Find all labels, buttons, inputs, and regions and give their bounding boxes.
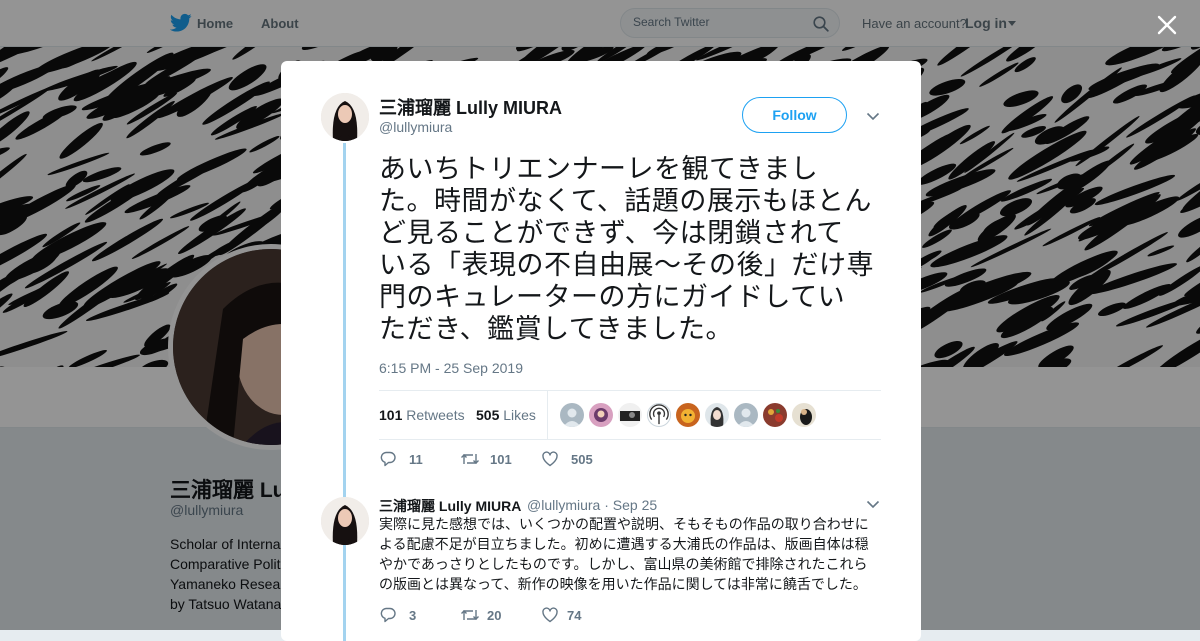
liker-avatar[interactable] bbox=[734, 403, 758, 427]
retweet-count: 101 bbox=[490, 452, 512, 467]
reply-text-line: の版画とは異なって、新作の映像を用いた作品に関しては非常に饒舌でした。 bbox=[379, 576, 867, 592]
liker-photo bbox=[768, 409, 783, 422]
tweet-text: あいちトリエンナーレを観てきまし た。時間がなくて、話題の展示もほとん ど見るこ… bbox=[379, 153, 884, 345]
like-button[interactable]: 74 bbox=[541, 605, 601, 625]
reply-button[interactable]: 3 bbox=[379, 605, 429, 625]
default-avatar-icon bbox=[737, 408, 755, 427]
like-count: 505 bbox=[571, 452, 593, 467]
retweet-button[interactable]: 20 bbox=[460, 605, 520, 625]
liker-avatar[interactable] bbox=[705, 403, 729, 427]
likes-count: 505 bbox=[476, 407, 500, 423]
liker-avatar[interactable] bbox=[618, 403, 642, 427]
liker-avatar[interactable] bbox=[560, 403, 584, 427]
author-photo bbox=[321, 497, 369, 545]
reply-author-avatar[interactable] bbox=[321, 497, 369, 545]
tweet-actions: 11 101 505 bbox=[379, 449, 679, 469]
likes-stat[interactable]: 505 Likes bbox=[476, 407, 536, 423]
thread-line bbox=[343, 143, 346, 641]
liker-photo bbox=[710, 407, 724, 427]
retweets-count: 101 bbox=[379, 407, 403, 423]
like-button[interactable]: 505 bbox=[541, 449, 601, 469]
retweet-button[interactable]: 101 bbox=[460, 449, 520, 469]
reply-icon bbox=[380, 451, 396, 467]
heart-icon bbox=[542, 451, 558, 467]
tweet-text-line: あいちトリエンナーレを観てきまし bbox=[379, 154, 819, 184]
liker-photo bbox=[594, 408, 608, 422]
retweets-stat[interactable]: 101 Retweets bbox=[379, 407, 465, 423]
reply-author-name[interactable]: 三浦瑠麗 Lully MIURA bbox=[379, 496, 521, 516]
liker-avatar[interactable] bbox=[792, 403, 816, 427]
retweet-icon bbox=[461, 610, 479, 620]
author-avatar[interactable] bbox=[321, 93, 369, 141]
retweet-count: 20 bbox=[487, 608, 502, 623]
tweet-text-line: た。時間がなくて、話題の展示もほとん bbox=[379, 186, 872, 216]
reply-count: 3 bbox=[409, 608, 417, 623]
reply-icon bbox=[380, 607, 396, 623]
retweets-label: Retweets bbox=[406, 407, 465, 423]
podcast-icon bbox=[649, 404, 669, 425]
liker-avatar[interactable] bbox=[676, 403, 700, 427]
tweet-text-line: ど見ることができず、今は閉鎖されて bbox=[379, 218, 844, 248]
tweet-text-line: いる「表現の不自由展～その後」だけ専 bbox=[379, 250, 874, 280]
follow-button[interactable]: Follow bbox=[742, 97, 847, 133]
retweet-icon bbox=[461, 454, 479, 464]
reply-text-line: 実際に見た感想では、いくつかの配置や説明、そもそもの作品の取り合わせに bbox=[379, 516, 869, 532]
tweet-author-name[interactable]: 三浦瑠麗 Lully MIURA bbox=[379, 94, 562, 120]
liker-avatar[interactable] bbox=[763, 403, 787, 427]
heart-icon bbox=[542, 607, 558, 623]
reply-text: 実際に見た感想では、いくつかの配置や説明、そもそもの作品の取り合わせに よる配慮… bbox=[379, 514, 879, 594]
liker-avatar[interactable] bbox=[589, 403, 613, 427]
liker-avatar[interactable] bbox=[647, 403, 671, 427]
reply-button[interactable]: 11 bbox=[379, 449, 429, 469]
likes-label: Likes bbox=[503, 407, 536, 423]
chevron-down-icon[interactable] bbox=[866, 500, 880, 509]
reply-count: 11 bbox=[409, 452, 423, 467]
reply-meta[interactable]: @lullymiura · Sep 25 bbox=[527, 497, 657, 513]
like-count: 74 bbox=[567, 608, 582, 623]
tweet-stats: 101 Retweets 505 Likes bbox=[379, 390, 881, 440]
reply-text-line: やかであっさりとしたものです。しかし、富山県の美術館で排除されたこれら bbox=[379, 556, 868, 572]
chevron-down-icon[interactable] bbox=[866, 112, 880, 121]
tweet-author-handle[interactable]: @lullymiura bbox=[379, 119, 452, 135]
stats-divider bbox=[547, 391, 548, 439]
tweet-timestamp[interactable]: 6:15 PM - 25 Sep 2019 bbox=[379, 360, 523, 376]
author-photo bbox=[321, 93, 369, 141]
reply-actions: 3 20 74 bbox=[379, 605, 679, 625]
default-avatar-icon bbox=[563, 408, 581, 427]
close-icon[interactable] bbox=[1156, 14, 1178, 36]
liker-photo bbox=[620, 411, 640, 421]
tweet-modal: 三浦瑠麗 Lully MIURA @lullymiura Follow あいちト… bbox=[281, 61, 921, 641]
tweet-text-line: ただき、鑑賞してきました。 bbox=[379, 314, 733, 344]
liker-photo bbox=[800, 409, 812, 425]
reply-text-line: よる配慮不足が目立ちました。初めに遭遇する大浦氏の作品は、版画自体は穏 bbox=[379, 536, 869, 552]
tweet-text-line: 門のキュレーターの方にガイドしてい bbox=[379, 282, 846, 312]
liker-photo bbox=[681, 409, 695, 423]
